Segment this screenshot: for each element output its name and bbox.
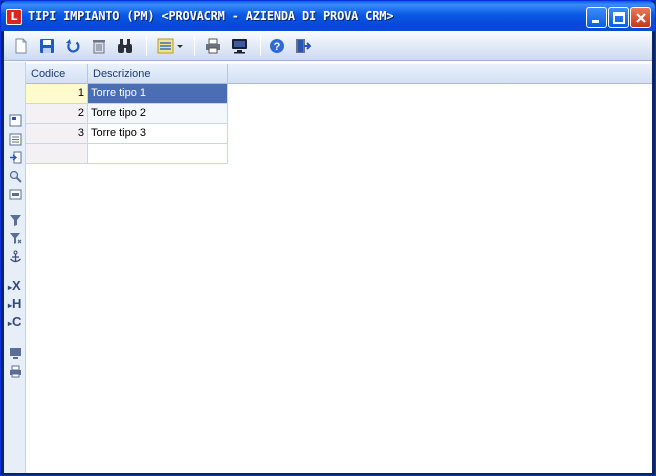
delete-icon	[93, 40, 105, 54]
table-row[interactable]: 1 Torre tipo 1	[26, 84, 228, 104]
record-nav-icon[interactable]	[9, 114, 22, 127]
find-button[interactable]	[114, 35, 136, 57]
side-toolbar: ▸X ▸H ▸C	[4, 62, 26, 473]
title-bar[interactable]: L TIPI IMPIANTO (PM) <PROVACRM - AZIENDA…	[1, 1, 655, 31]
export-h-button[interactable]: ▸H	[8, 296, 21, 311]
new-button[interactable]	[10, 35, 32, 57]
cell-codice[interactable]: 2	[26, 104, 88, 124]
filter-icon[interactable]	[9, 214, 22, 227]
cell-descrizione[interactable]	[88, 144, 228, 164]
minimize-icon	[592, 20, 599, 23]
exit-icon	[296, 39, 311, 53]
app-icon[interactable]: L	[6, 9, 22, 25]
list-view-icon[interactable]	[9, 133, 22, 146]
svg-text:?: ?	[274, 41, 281, 53]
undo-icon	[66, 39, 80, 53]
toolbar-separator	[194, 36, 195, 56]
cell-descrizione[interactable]: Torre tipo 3	[88, 124, 228, 144]
client-area: ? ▸X ▸H ▸C Codice Descrizione 1 Torre ti…	[4, 31, 652, 473]
preview-icon	[232, 39, 247, 54]
cell-codice[interactable]: 1	[26, 84, 88, 104]
minimize-button[interactable]	[586, 7, 607, 28]
filter-remove-icon[interactable]	[9, 232, 22, 245]
exit-button[interactable]	[292, 35, 314, 57]
column-header-codice[interactable]: Codice	[26, 64, 88, 84]
print-icon	[206, 38, 220, 54]
toolbar: ?	[4, 31, 652, 61]
table-row[interactable]: 3 Torre tipo 3	[26, 124, 228, 144]
maximize-button[interactable]	[608, 7, 629, 28]
window-title: TIPI IMPIANTO (PM) <PROVACRM - AZIENDA D…	[28, 9, 394, 23]
help-button[interactable]: ?	[266, 35, 288, 57]
toolbar-separator	[260, 36, 261, 56]
help-icon: ?	[270, 39, 284, 53]
monitor-icon[interactable]	[9, 347, 22, 360]
print-button[interactable]	[202, 35, 224, 57]
anchor-icon[interactable]	[9, 250, 22, 263]
delete-button[interactable]	[88, 35, 110, 57]
toolbar-separator	[146, 36, 147, 56]
new-record-row[interactable]	[26, 144, 228, 164]
form-view-icon[interactable]	[9, 188, 22, 201]
undo-button[interactable]	[62, 35, 84, 57]
save-button[interactable]	[36, 35, 58, 57]
view-options-icon	[157, 38, 183, 54]
export-c-button[interactable]: ▸C	[8, 314, 21, 329]
cell-descrizione[interactable]: Torre tipo 1	[88, 84, 228, 104]
export-x-button[interactable]: ▸X	[8, 278, 21, 293]
zoom-icon[interactable]	[9, 170, 22, 183]
import-icon[interactable]	[9, 151, 22, 164]
save-icon	[40, 39, 54, 53]
view-options-dropdown[interactable]	[154, 35, 186, 57]
printer-icon[interactable]	[9, 365, 22, 378]
grid-header: Codice Descrizione	[26, 64, 652, 84]
application-window: L TIPI IMPIANTO (PM) <PROVACRM - AZIENDA…	[0, 0, 656, 476]
binoculars-icon	[118, 39, 132, 53]
cell-codice[interactable]	[26, 144, 88, 164]
close-button[interactable]	[630, 7, 651, 28]
new-icon	[15, 38, 27, 54]
cell-descrizione[interactable]: Torre tipo 2	[88, 104, 228, 124]
table-row[interactable]: 2 Torre tipo 2	[26, 104, 228, 124]
preview-button[interactable]	[228, 35, 250, 57]
cell-codice[interactable]: 3	[26, 124, 88, 144]
close-icon	[636, 13, 646, 23]
column-header-descrizione[interactable]: Descrizione	[88, 64, 228, 84]
maximize-icon	[613, 12, 625, 24]
